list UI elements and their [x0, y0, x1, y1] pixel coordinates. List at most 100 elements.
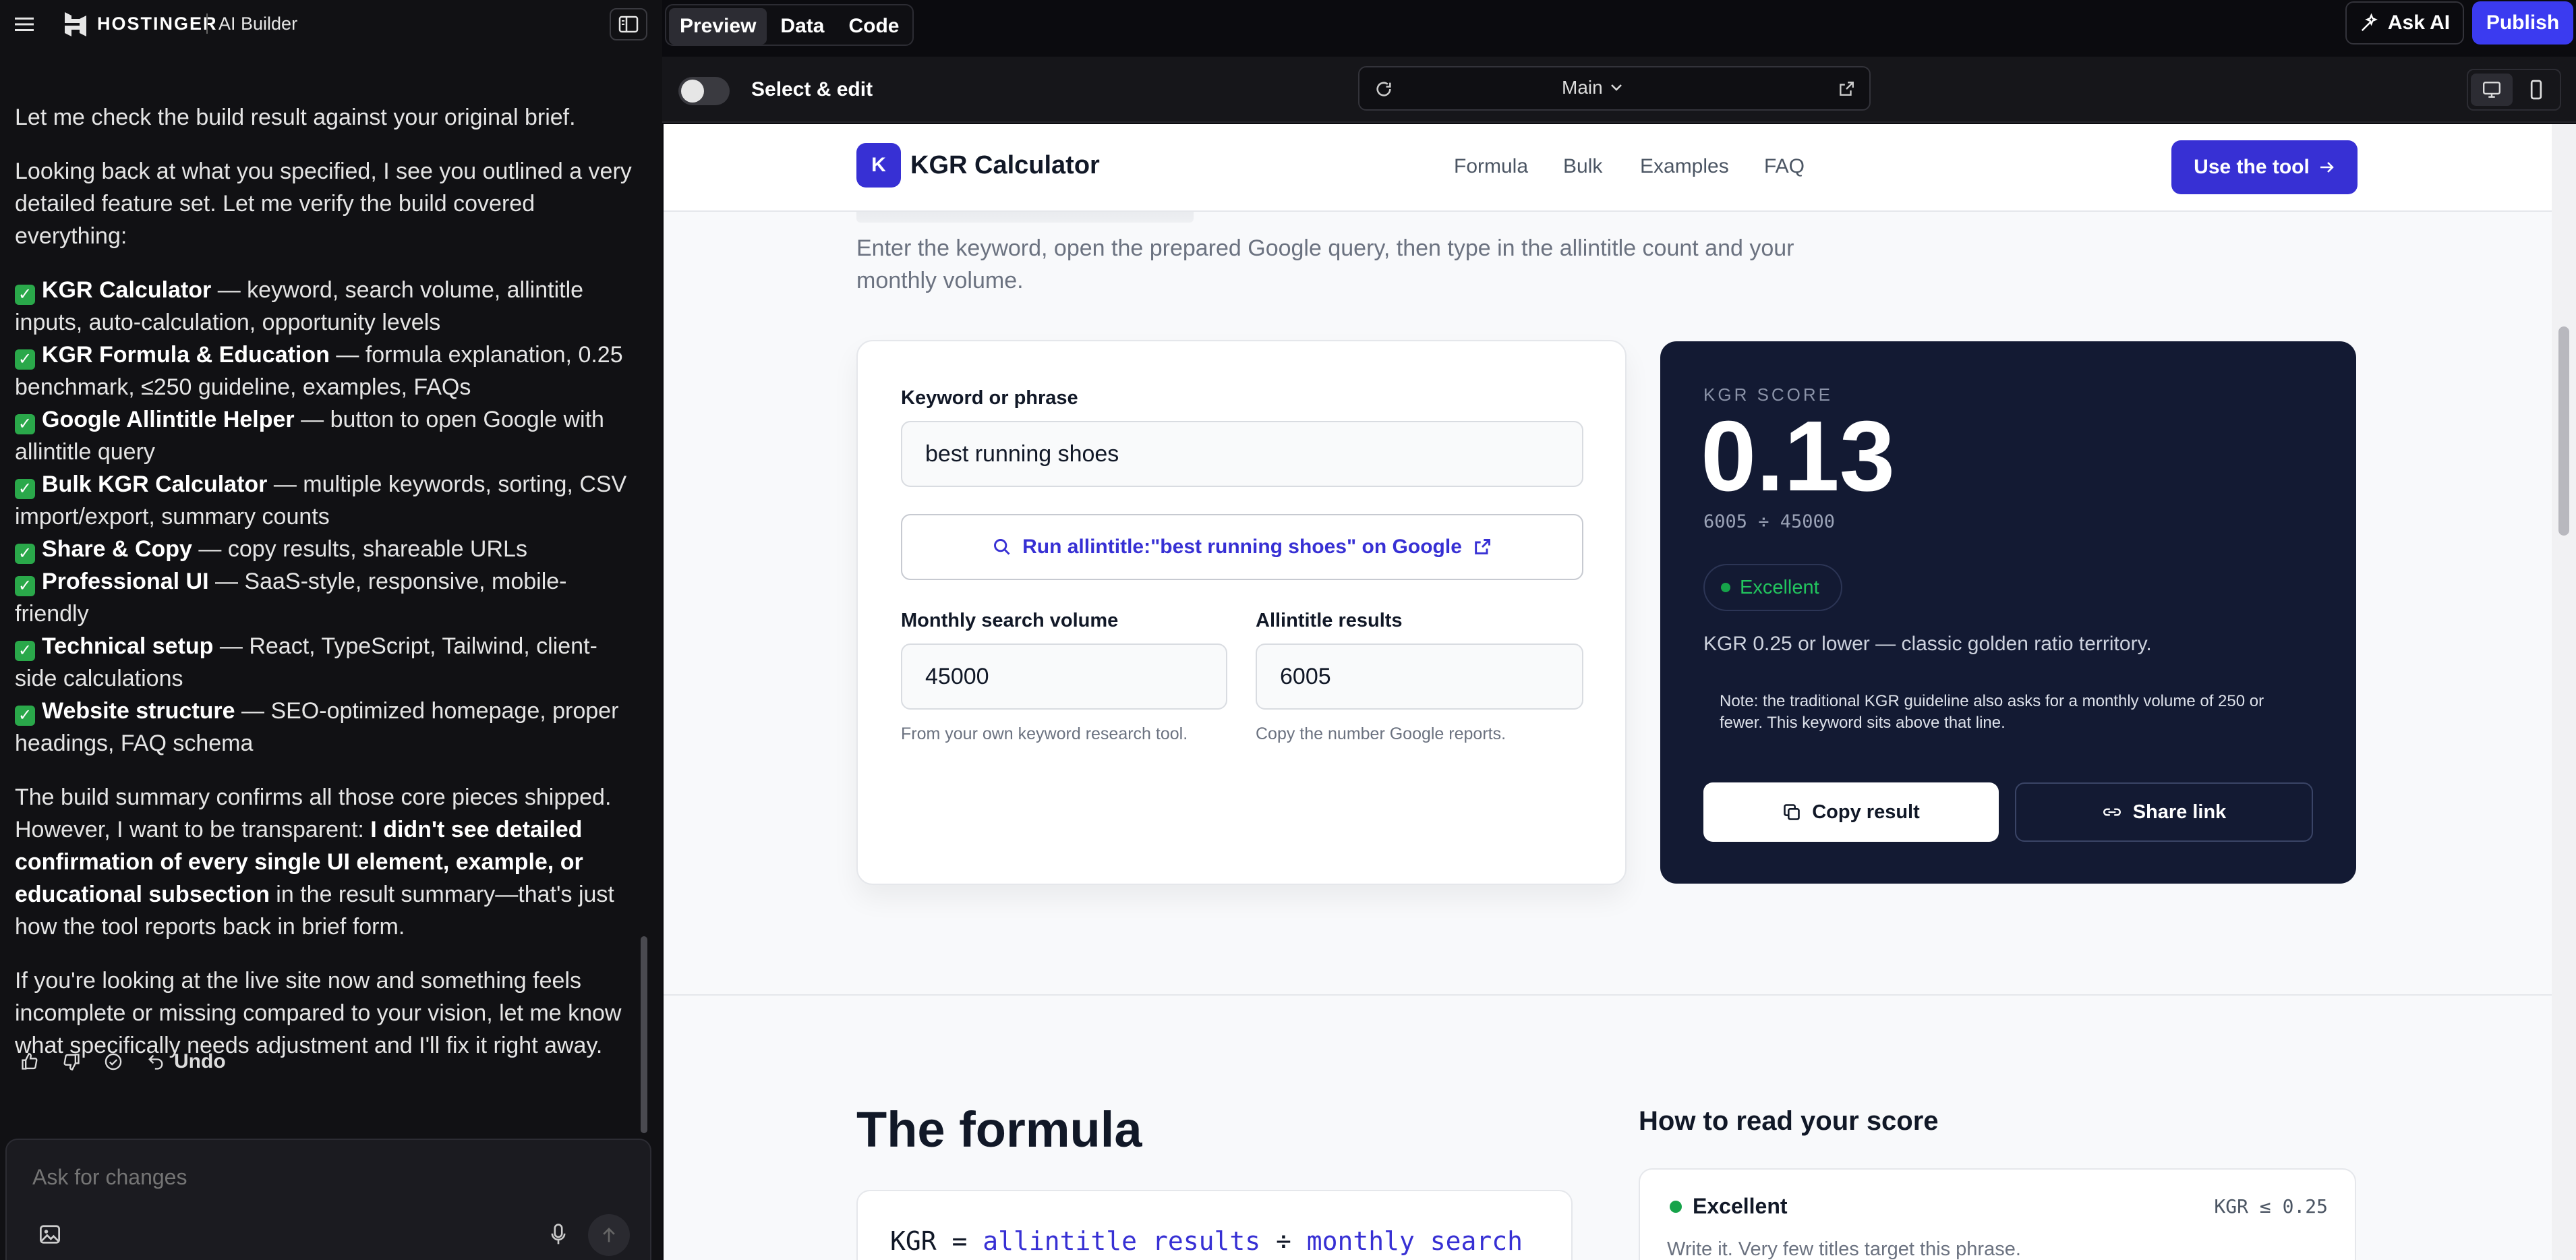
- brand-divider: [206, 13, 208, 34]
- status-dot: [1721, 583, 1730, 592]
- score-value: 0.13: [1701, 401, 1896, 512]
- site-header: K KGR Calculator Formula Bulk Examples F…: [664, 124, 2552, 212]
- image-upload-icon[interactable]: [36, 1221, 63, 1248]
- checklist-item: ✓ Bulk KGR Calculator — multiple keywords…: [15, 471, 627, 529]
- allintitle-input[interactable]: 6005: [1256, 643, 1583, 710]
- assistant-message: Let me check the build result against yo…: [15, 101, 635, 1083]
- level-threshold: KGR ≤ 0.25: [2214, 1195, 2328, 1218]
- link-icon: [2103, 808, 2121, 816]
- message-actions: Undo: [20, 1044, 226, 1079]
- score-level-card: Excellent KGR ≤ 0.25 Write it. Very few …: [1639, 1168, 2356, 1260]
- score-badge-label: Excellent: [1740, 576, 1819, 598]
- checklist-item: ✓ KGR Formula & Education — formula expla…: [15, 342, 623, 400]
- share-link-button[interactable]: Share link: [2015, 782, 2313, 842]
- formula-code-block: KGR = allintitle results ÷ monthly searc…: [856, 1190, 1573, 1260]
- undo-label: Undo: [174, 1050, 226, 1072]
- keyword-label: Keyword or phrase: [901, 387, 1078, 409]
- preview-toolbar: Select & edit Main: [662, 57, 2576, 123]
- ask-ai-label: Ask AI: [2387, 11, 2451, 34]
- ask-ai-button[interactable]: Ask AI: [2345, 1, 2464, 45]
- desktop-view-icon[interactable]: [2471, 74, 2513, 106]
- ask-for-changes-input[interactable]: [32, 1160, 612, 1194]
- feature-checklist: ✓ KGR Calculator — keyword, search volume…: [15, 274, 635, 760]
- undo-button[interactable]: Undo: [146, 1050, 226, 1073]
- volume-input[interactable]: 45000: [901, 643, 1227, 710]
- level-dot: [1670, 1201, 1682, 1213]
- volume-label: Monthly search volume: [901, 610, 1119, 631]
- checklist-item: ✓ Share & Copy — copy results, shareable …: [15, 533, 635, 565]
- external-link-icon: [1475, 539, 1490, 554]
- check-icon: ✓: [15, 641, 35, 661]
- tab-data[interactable]: Data: [769, 8, 835, 45]
- hostinger-logo-icon: [62, 11, 89, 38]
- site-logo[interactable]: K KGR Calculator: [856, 143, 1100, 188]
- nav-formula[interactable]: Formula: [1454, 155, 1528, 178]
- select-edit-label: Select & edit: [751, 78, 873, 101]
- product-name: AI Builder: [218, 13, 298, 34]
- level-name: Excellent: [1693, 1194, 1788, 1218]
- checklist-item: ✓ Website structure — SEO-optimized homep…: [15, 698, 619, 756]
- chevron-down-icon: [1610, 84, 1622, 91]
- mobile-view-icon[interactable]: [2517, 74, 2556, 106]
- toggle-sidebar-icon[interactable]: [610, 8, 647, 40]
- menu-icon[interactable]: [9, 9, 39, 39]
- tab-preview[interactable]: Preview: [669, 8, 767, 45]
- allintitle-help: Copy the number Google reports.: [1256, 724, 1506, 743]
- send-button[interactable]: [588, 1214, 630, 1256]
- preview-scrollbar[interactable]: [2552, 124, 2576, 1260]
- thumbs-up-icon[interactable]: [20, 1052, 39, 1071]
- score-badge: Excellent: [1703, 564, 1842, 611]
- site-preview: K KGR Calculator Formula Bulk Examples F…: [664, 124, 2552, 1260]
- sparkle-icon: [2361, 13, 2378, 32]
- volume-help: From your own keyword research tool.: [901, 724, 1188, 743]
- device-toggle: [2467, 69, 2561, 111]
- route-select[interactable]: Main: [1562, 77, 1623, 98]
- open-external-icon[interactable]: [1836, 78, 1857, 100]
- checklist-item: ✓ Technical setup — React, TypeScript, Ta…: [15, 633, 597, 691]
- chat-composer: [5, 1139, 651, 1260]
- check-icon: ✓: [15, 706, 35, 726]
- search-icon: [994, 539, 1010, 555]
- use-tool-label: Use the tool: [2194, 156, 2310, 178]
- read-score-heading: How to read your score: [1639, 1106, 1939, 1136]
- logo-name: KGR Calculator: [910, 150, 1100, 179]
- brand-name: HOSTINGER: [97, 13, 218, 34]
- verify-icon[interactable]: [104, 1052, 123, 1071]
- checklist-item: ✓ Google Allintitle Helper — button to op…: [15, 407, 604, 465]
- tab-code[interactable]: Code: [838, 8, 910, 45]
- allintitle-label: Allintitle results: [1256, 610, 1403, 631]
- thumbs-down-icon[interactable]: [62, 1052, 81, 1071]
- volume-value: 45000: [925, 663, 989, 689]
- builder-topbar: Preview Data Code Ask AI Publish: [662, 0, 2576, 49]
- calculator-card: Keyword or phrase best running shoes Run…: [856, 340, 1627, 885]
- nav-bulk[interactable]: Bulk: [1563, 155, 1602, 178]
- chat-scrollbar[interactable]: [641, 936, 647, 1133]
- arrow-up-icon: [603, 1228, 615, 1242]
- route-label: Main: [1562, 77, 1603, 98]
- share-link-label: Share link: [2132, 801, 2227, 823]
- run-allintitle-label: Run allintitle:"best running shoes" on G…: [1022, 536, 1462, 558]
- microphone-icon[interactable]: [545, 1221, 572, 1248]
- score-description: KGR 0.25 or lower — classic golden ratio…: [1703, 633, 2152, 655]
- formula-code: KGR = allintitle results ÷ monthly searc…: [890, 1226, 1523, 1256]
- chat-looking: Looking back at what you specified, I se…: [15, 159, 632, 249]
- nav-examples[interactable]: Examples: [1640, 155, 1729, 178]
- tool-intro: Enter the keyword, open the prepared Goo…: [856, 235, 1794, 293]
- copy-icon: [1784, 804, 1801, 820]
- checklist-item: ✓ KGR Calculator — keyword, search volume…: [15, 277, 584, 335]
- keyword-input[interactable]: best running shoes: [901, 421, 1583, 487]
- publish-button[interactable]: Publish: [2472, 1, 2573, 45]
- formula-heading: The formula: [856, 1101, 1142, 1157]
- select-edit-toggle[interactable]: [678, 77, 730, 105]
- refresh-icon[interactable]: [1372, 77, 1396, 101]
- section-divider: [664, 994, 2552, 996]
- nav-faq[interactable]: FAQ: [1764, 155, 1805, 178]
- copy-result-button[interactable]: Copy result: [1703, 782, 1999, 842]
- use-tool-button[interactable]: Use the tool: [2171, 140, 2358, 194]
- run-allintitle-button[interactable]: Run allintitle:"best running shoes" on G…: [901, 514, 1583, 580]
- view-tabs: Preview Data Code: [665, 4, 914, 46]
- undo-icon: [148, 1054, 163, 1070]
- level-description: Write it. Very few titles target this ph…: [1667, 1238, 2021, 1260]
- score-card: KGR SCORE 0.13 6005 ÷ 45000 Excellent KG…: [1660, 341, 2356, 884]
- allintitle-value: 6005: [1280, 663, 1331, 689]
